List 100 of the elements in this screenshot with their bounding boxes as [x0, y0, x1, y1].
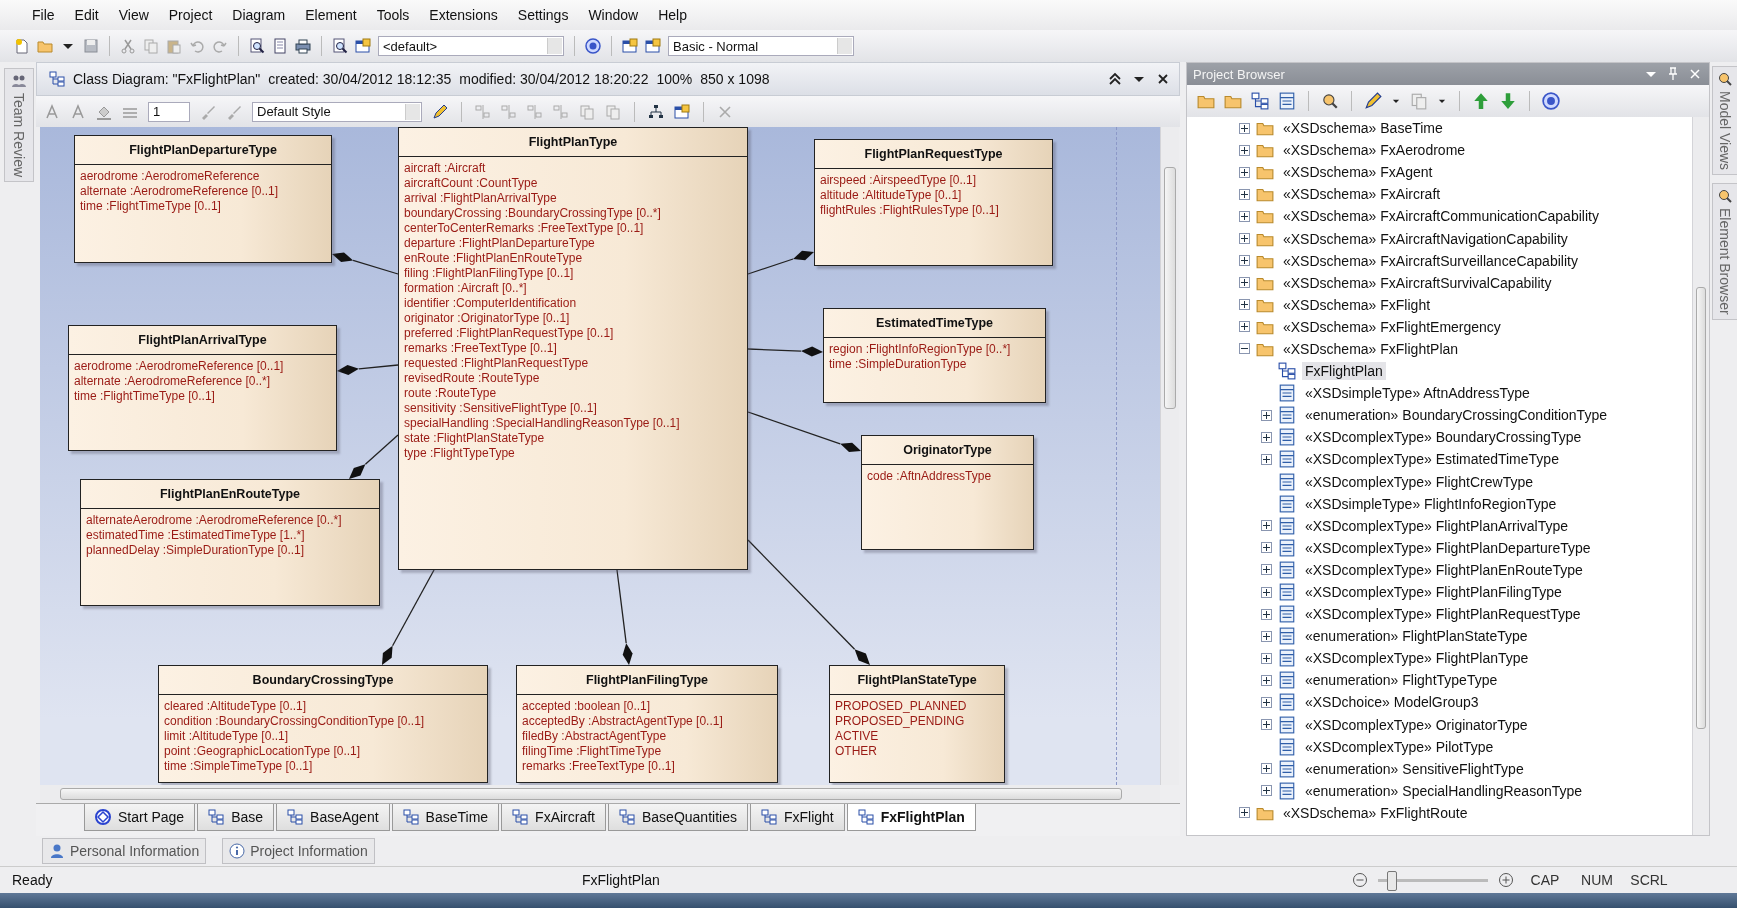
class-box[interactable]: FlightPlanArrivalType aerodrome :AerodromeReference [0..1] alternate :AerodromeReference [0..*] time :FlightTimeType [0..1] [68, 325, 337, 452]
expand-toggle[interactable] [1261, 719, 1272, 731]
help-icon[interactable] [1542, 92, 1560, 110]
document-tab[interactable]: FxFlightPlan [846, 804, 976, 832]
class-box[interactable]: FlightPlanStateType PROPOSED_PLANNED PROPOSED_PENDING ACTIVE OTHER [829, 665, 1005, 784]
page-icon[interactable] [272, 38, 288, 54]
document-tab[interactable]: Base [197, 804, 275, 832]
expand-toggle[interactable] [1261, 564, 1272, 576]
menu-item[interactable]: Help [648, 7, 697, 23]
perspective-dropdown[interactable]: Basic - Normal [668, 36, 854, 56]
menu-item[interactable]: Element [295, 7, 367, 23]
perspective-icon[interactable] [645, 38, 661, 54]
collapse-icon[interactable] [1107, 70, 1123, 87]
class-box[interactable]: FlightPlanEnRouteType alternateAerodrome :AerodromeReference [0..*] estimatedTime :EstimatedTimeType [1..*] plannedDelay :SimpleDurationType [0..1] [80, 479, 380, 607]
menu-item[interactable]: Diagram [222, 7, 296, 23]
tree-item[interactable]: «XSDschema» FxAgent [1280, 163, 1436, 182]
menu-item[interactable]: Settings [507, 7, 579, 23]
document-tab[interactable]: BaseQuantities [608, 804, 748, 832]
tree-item[interactable]: «XSDschema» FxAircraft [1280, 185, 1444, 204]
class-box[interactable]: OriginatorType code :AftnAddressType [861, 435, 1034, 551]
class-box[interactable]: FlightPlanFilingType accepted :boolean [0..1] acceptedBy :AbstractAgentType [0..1] filedBy :AbstractAgentType filingTime :FlightTimeType remarks :FreeTextType [0..1] [516, 665, 778, 784]
team-review-tab[interactable]: Team Review [4, 68, 34, 183]
tree-item[interactable]: «XSDschema» FxFlight [1280, 295, 1434, 314]
tree-item[interactable]: «XSDsimpleType» FlightInfoRegionType [1302, 494, 1560, 513]
workspace-dropdown[interactable]: <default> [378, 36, 564, 56]
panel-tab[interactable]: Personal Information [42, 838, 207, 864]
expand-toggle[interactable] [1261, 630, 1272, 642]
tree-item[interactable]: «enumeration» FlightTypeType [1302, 671, 1501, 690]
tree-item[interactable]: «XSDschema» BaseTime [1280, 119, 1446, 138]
printer-icon[interactable] [295, 38, 311, 54]
tree-item[interactable]: «XSDcomplexType» BoundaryCrossingType [1302, 428, 1585, 447]
expand-toggle[interactable] [1261, 409, 1272, 421]
tree-item[interactable]: «XSDschema» FxAerodrome [1280, 141, 1469, 160]
expand-toggle[interactable] [1261, 520, 1272, 532]
dock-tab[interactable]: Model Views [1712, 66, 1737, 176]
tree-item[interactable]: FxFlightPlan [1302, 362, 1386, 381]
expand-toggle[interactable] [1239, 210, 1250, 222]
tree-item[interactable]: «XSDchoice» ModelGroup3 [1302, 693, 1482, 712]
menu-item[interactable]: Project [158, 7, 223, 23]
expand-toggle[interactable] [1261, 674, 1272, 686]
expand-toggle[interactable] [1261, 652, 1272, 664]
tree-item[interactable]: «XSDsimpleType» AftnAddressType [1302, 384, 1533, 403]
search-icon[interactable] [332, 38, 348, 54]
document-tab[interactable]: BaseAgent [276, 804, 390, 832]
tree-item[interactable]: «XSDcomplexType» PilotType [1302, 737, 1497, 756]
tree-item[interactable]: «enumeration» BoundaryCrossingConditionType [1302, 406, 1610, 425]
expand-toggle[interactable] [1261, 697, 1272, 708]
menu-item[interactable]: Extensions [419, 7, 508, 23]
expand-toggle[interactable] [1261, 586, 1272, 598]
expand-toggle[interactable] [1261, 763, 1272, 775]
line-width-field[interactable]: 1 [148, 101, 190, 122]
tree-item[interactable]: «XSDcomplexType» FlightPlanDepartureType [1302, 538, 1594, 557]
find-in-document-icon[interactable] [249, 38, 265, 54]
expand-toggle[interactable] [1261, 542, 1272, 554]
expand-toggle[interactable] [1239, 122, 1250, 134]
tree-item[interactable]: «XSDschema» FxFlightPlan [1280, 340, 1462, 358]
expand-toggle[interactable] [1261, 453, 1272, 465]
window-layout-icon[interactable] [622, 38, 638, 54]
expand-toggle[interactable] [1239, 144, 1250, 156]
menu-item[interactable]: File [22, 7, 65, 23]
tree-item[interactable]: «XSDschema» FxAircraftSurveillanceCapability [1280, 251, 1581, 270]
document-tab[interactable]: Start Page [84, 804, 196, 832]
tree-item[interactable]: «XSDcomplexType» FlightPlanArrivalType [1302, 516, 1571, 535]
menu-item[interactable]: Tools [366, 7, 420, 23]
tree-item[interactable]: «enumeration» SensitiveFlightType [1302, 759, 1527, 778]
tree-item[interactable]: «XSDcomplexType» FlightPlanRequestType [1302, 605, 1584, 624]
class-box[interactable]: BoundaryCrossingType cleared :AltitudeType [0..1] condition :BoundaryCrossingConditionType [0..1] limit :AltitudeType [0..1] point :GeographicLocationType [0..1] time :SimpleTimeType [0..1] [158, 665, 488, 784]
expand-toggle[interactable] [1239, 233, 1250, 244]
zoom-in-icon[interactable] [1498, 872, 1514, 888]
zoom-out-icon[interactable] [1352, 872, 1368, 888]
class-box[interactable]: FlightPlanRequestType airspeed :AirspeedType [0..1] altitude :AltitudeType [0..1] flightRules :FlightRulesType [0..1] [814, 139, 1053, 267]
menu-item[interactable]: Edit [64, 7, 109, 23]
move-down-icon[interactable] [1499, 92, 1517, 110]
expand-toggle[interactable] [1239, 299, 1250, 311]
expand-toggle[interactable] [1261, 785, 1272, 797]
tree-item[interactable]: «XSDschema» FxAircraftNavigationCapability [1280, 229, 1571, 248]
tree-item[interactable]: «XSDschema» FxAircraftCommunicationCapability [1280, 207, 1602, 226]
class-box[interactable]: EstimatedTimeType region :FlightInfoRegionType [0..*] time :SimpleDurationType [823, 308, 1046, 404]
tree-item[interactable]: «XSDschema» FxFlightEmergency [1280, 317, 1504, 336]
new-element-icon[interactable] [1278, 92, 1296, 110]
expand-toggle[interactable] [1239, 321, 1250, 333]
tree-item[interactable]: «XSDschema» FxAircraftSurvivalCapability [1280, 273, 1555, 292]
expand-toggle[interactable] [1239, 277, 1250, 289]
font-color-icon[interactable] [70, 103, 86, 120]
menu-item[interactable]: View [108, 7, 159, 23]
class-box[interactable] [398, 127, 748, 571]
dock-tab[interactable]: Element Browser [1712, 183, 1737, 320]
tree-item[interactable]: «XSDcomplexType» FlightPlanType [1302, 649, 1532, 668]
edit-icon[interactable] [1364, 92, 1382, 110]
document-settings-icon[interactable] [355, 38, 371, 54]
document-tab[interactable]: FxAircraft [501, 804, 606, 832]
highlight-icon[interactable] [432, 103, 448, 120]
menu-item[interactable]: Window [578, 7, 649, 23]
font-style-icon[interactable] [44, 103, 60, 120]
tree-item[interactable]: «XSDcomplexType» FlightCrewType [1302, 472, 1536, 491]
locate-icon[interactable] [1321, 92, 1339, 110]
diagram-properties-icon[interactable] [674, 103, 690, 120]
help-icon[interactable] [585, 38, 601, 54]
zoom-slider-thumb[interactable] [1386, 870, 1397, 891]
tree-item[interactable]: «XSDcomplexType» FlightPlanEnRouteType [1302, 560, 1586, 579]
